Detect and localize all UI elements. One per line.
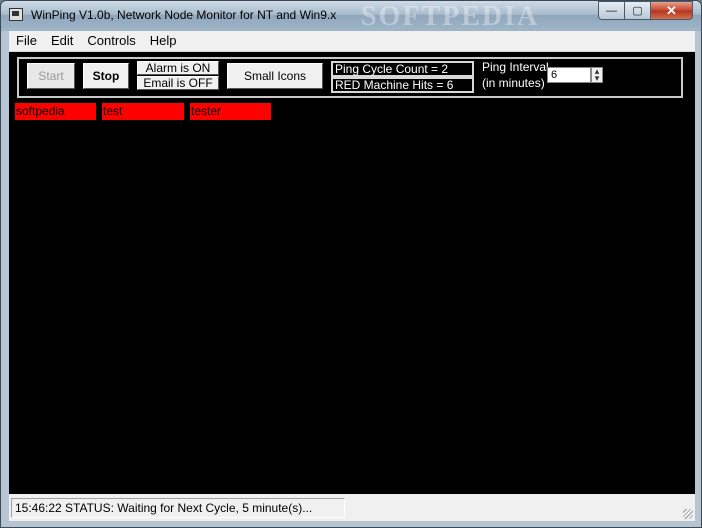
window-title: WinPing V1.0b, Network Node Monitor for … — [31, 8, 337, 22]
menu-controls[interactable]: Controls — [80, 31, 142, 51]
ping-interval-input[interactable]: 6 — [547, 67, 591, 83]
email-toggle-button[interactable]: Email is OFF — [137, 76, 219, 90]
menu-edit[interactable]: Edit — [44, 31, 80, 51]
minimize-icon: — — [606, 4, 617, 17]
node-softpedia[interactable]: softpedia — [15, 103, 96, 120]
client-area: File Edit Controls Help Start Stop Alarm… — [9, 31, 695, 521]
status-bar: 15:46:22 STATUS: Waiting for Next Cycle,… — [9, 494, 695, 521]
ping-interval-spinner[interactable]: ▴ ▾ — [591, 67, 603, 83]
close-icon: ✕ — [666, 2, 677, 18]
app-icon[interactable] — [9, 8, 23, 21]
caption-buttons: — ▢ ✕ — [598, 1, 693, 20]
small-icons-button[interactable]: Small Icons — [227, 63, 323, 89]
node-test[interactable]: test — [102, 103, 184, 120]
menu-bar: File Edit Controls Help — [9, 31, 695, 52]
minimize-button[interactable]: — — [598, 1, 624, 20]
maximize-button[interactable]: ▢ — [624, 1, 650, 20]
control-panel: Start Stop Alarm is ON Email is OFF Smal… — [17, 57, 683, 98]
node-tester[interactable]: tester — [190, 103, 271, 120]
ping-interval-label: Ping Interval — [482, 60, 549, 74]
menu-file[interactable]: File — [9, 31, 44, 51]
menu-help[interactable]: Help — [143, 31, 184, 51]
close-button[interactable]: ✕ — [650, 1, 693, 20]
app-window: WinPing V1.0b, Network Node Monitor for … — [0, 0, 702, 528]
ping-cycle-count: Ping Cycle Count = 2 — [331, 61, 474, 77]
stop-button[interactable]: Stop — [83, 63, 129, 89]
start-button[interactable]: Start — [27, 63, 75, 89]
status-text: 15:46:22 STATUS: Waiting for Next Cycle,… — [11, 498, 345, 518]
red-machine-hits: RED Machine Hits = 6 — [331, 77, 474, 93]
ping-interval-sublabel: (in minutes) — [482, 76, 545, 90]
watermark: SOFTPEDIA — [361, 1, 540, 32]
resize-grip-icon[interactable] — [683, 509, 693, 519]
alarm-toggle-button[interactable]: Alarm is ON — [137, 61, 219, 75]
maximize-icon: ▢ — [632, 5, 643, 17]
title-bar[interactable]: WinPing V1.0b, Network Node Monitor for … — [1, 1, 701, 32]
